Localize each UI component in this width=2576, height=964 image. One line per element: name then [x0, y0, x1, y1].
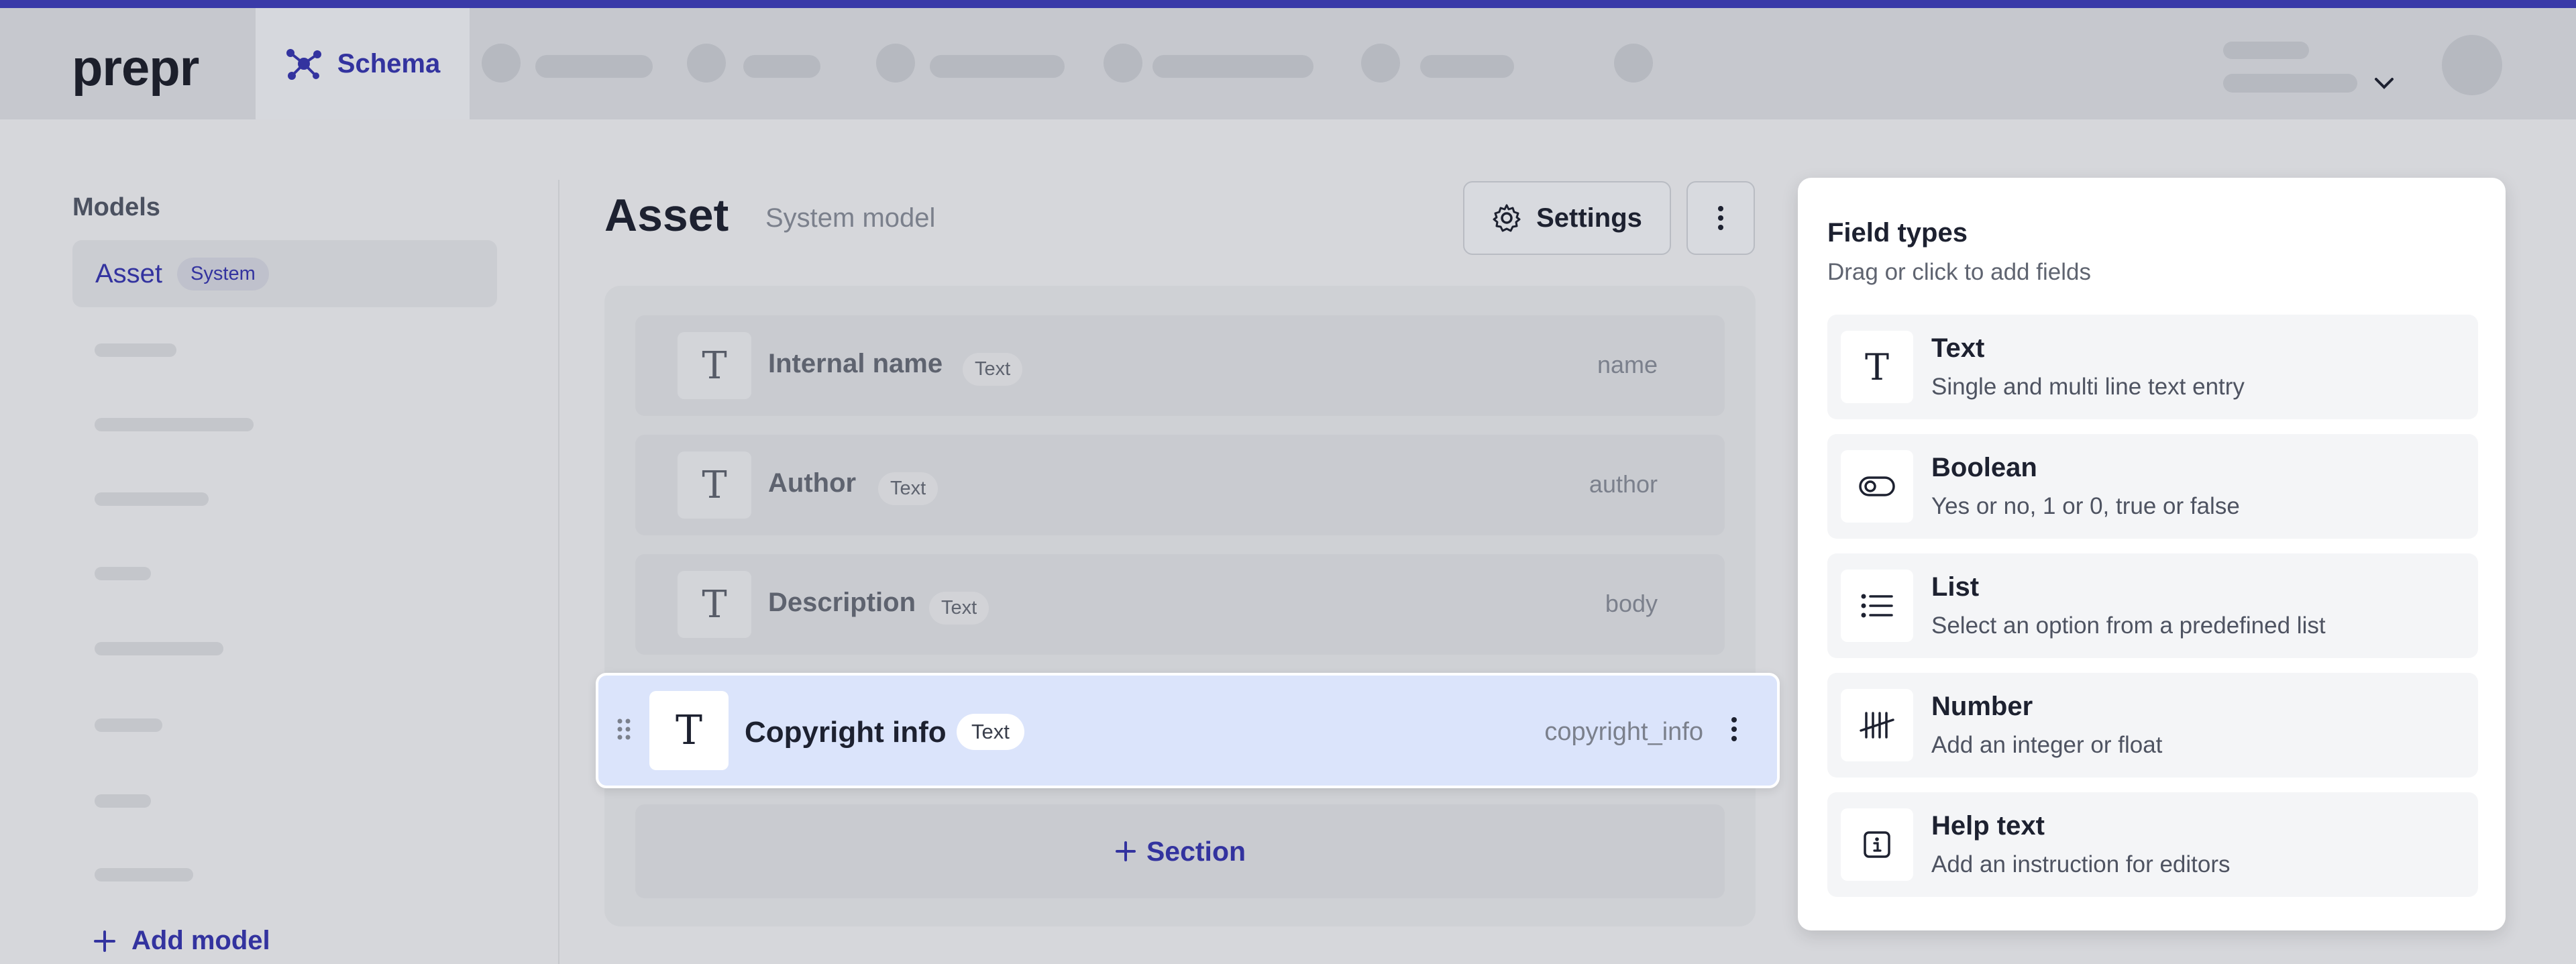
field-type-badge: Text: [929, 592, 989, 625]
vertical-dots-icon: [1718, 206, 1723, 230]
sidebar-skeleton-item: [95, 567, 151, 580]
field-row[interactable]: T Author Text author: [635, 435, 1725, 535]
field-api-id: author: [1589, 470, 1658, 498]
nav-skeleton-icon: [687, 44, 726, 83]
field-name: Author: [768, 468, 857, 498]
field-type-name: Help text: [1931, 811, 2045, 841]
user-skeleton-line: [2223, 42, 2309, 59]
field-api-id: name: [1597, 351, 1658, 378]
field-type-name: Number: [1931, 692, 2033, 721]
nav-skeleton-label: [1420, 55, 1514, 78]
add-model-button[interactable]: Add model: [93, 926, 270, 956]
sidebar-skeleton-item: [95, 868, 193, 881]
schema-icon: [286, 49, 321, 80]
info-icon: [1841, 808, 1913, 881]
field-type-description: Add an integer or float: [1931, 732, 2163, 758]
sidebar-skeleton-item: [95, 343, 176, 357]
field-type-description: Add an instruction for editors: [1931, 851, 2231, 877]
system-badge: System: [177, 257, 269, 290]
field-type-description: Select an option from a predefined list: [1931, 612, 2326, 639]
sidebar-divider: [558, 180, 559, 964]
add-section-button[interactable]: Section: [635, 804, 1725, 898]
chevron-down-icon[interactable]: [2372, 74, 2396, 94]
toggle-icon: [1841, 450, 1913, 523]
gear-icon: [1493, 204, 1521, 232]
field-api-id: body: [1605, 590, 1658, 617]
tab-schema[interactable]: Schema: [256, 8, 470, 119]
field-type-text[interactable]: T Text Single and multi line text entry: [1827, 315, 2478, 419]
field-type-boolean[interactable]: Boolean Yes or no, 1 or 0, true or false: [1827, 434, 2478, 539]
field-type-name: Text: [1931, 333, 1985, 363]
sidebar-item-label: Asset: [95, 258, 163, 288]
field-type-name: Boolean: [1931, 453, 2037, 482]
text-field-icon: T: [678, 451, 751, 519]
add-model-label: Add model: [131, 926, 270, 955]
sidebar-skeleton-item: [95, 492, 209, 506]
avatar[interactable]: [2442, 35, 2502, 95]
text-field-icon: T: [678, 571, 751, 638]
field-type-description: Yes or no, 1 or 0, true or false: [1931, 493, 2240, 519]
field-name: Internal name: [768, 349, 943, 378]
field-type-badge: Text: [878, 472, 938, 505]
field-types-title: Field types: [1827, 218, 1968, 248]
dragging-field-row[interactable]: T Copyright info Text copyright_info: [596, 673, 1780, 788]
nav-skeleton-icon: [1361, 44, 1400, 83]
top-navigation-bar: prepr Schema: [0, 8, 2576, 119]
field-name: Copyright info: [745, 716, 947, 749]
model-type-label: System model: [765, 203, 936, 233]
nav-skeleton-label: [743, 55, 820, 78]
list-icon: [1841, 570, 1913, 642]
nav-skeleton-icon: [876, 44, 915, 83]
text-field-icon: T: [678, 332, 751, 399]
plus-icon: [94, 930, 115, 952]
field-row[interactable]: T Internal name Text name: [635, 315, 1725, 416]
nav-skeleton-icon: [1104, 44, 1142, 83]
top-accent-line: [0, 0, 2576, 8]
nav-skeleton-icon: [1614, 44, 1653, 83]
sidebar-skeleton-item: [95, 418, 254, 431]
sidebar-title: Models: [72, 193, 160, 221]
prepr-logo[interactable]: prepr: [72, 39, 199, 97]
text-field-icon: T: [649, 691, 729, 770]
field-type-description: Single and multi line text entry: [1931, 374, 2245, 400]
nav-skeleton-label: [535, 55, 653, 78]
sidebar-item-asset[interactable]: Asset System: [72, 240, 497, 307]
user-skeleton-line: [2223, 74, 2357, 93]
nav-skeleton-label: [1152, 55, 1313, 78]
plus-icon: [1115, 841, 1136, 861]
field-type-badge: Text: [957, 714, 1024, 750]
field-row[interactable]: T Description Text body: [635, 554, 1725, 655]
sidebar-skeleton-item: [95, 794, 151, 808]
field-types-panel: Field types Drag or click to add fields …: [1798, 178, 2506, 930]
tab-schema-label: Schema: [337, 48, 441, 78]
field-name: Description: [768, 588, 916, 617]
text-icon: T: [1841, 331, 1913, 403]
add-section-label: Section: [1146, 835, 1246, 867]
settings-label: Settings: [1536, 203, 1642, 233]
settings-button[interactable]: Settings: [1463, 181, 1671, 255]
nav-skeleton-label: [930, 55, 1065, 78]
field-type-list[interactable]: List Select an option from a predefined …: [1827, 553, 2478, 658]
more-options-button[interactable]: [1686, 181, 1755, 255]
field-type-name: List: [1931, 572, 1980, 602]
field-api-id: copyright_info: [1544, 718, 1703, 746]
nav-skeleton-icon: [482, 44, 521, 83]
vertical-dots-icon[interactable]: [1730, 716, 1738, 743]
drag-handle-icon[interactable]: [616, 717, 632, 741]
sidebar-skeleton-item: [95, 642, 223, 655]
field-types-subtitle: Drag or click to add fields: [1827, 259, 2091, 285]
sidebar-skeleton-item: [95, 718, 162, 732]
tally-icon: [1841, 689, 1913, 761]
field-type-help-text[interactable]: Help text Add an instruction for editors: [1827, 792, 2478, 897]
page-title: Asset: [604, 190, 729, 241]
field-type-badge: Text: [963, 353, 1023, 386]
field-type-number[interactable]: Number Add an integer or float: [1827, 673, 2478, 778]
